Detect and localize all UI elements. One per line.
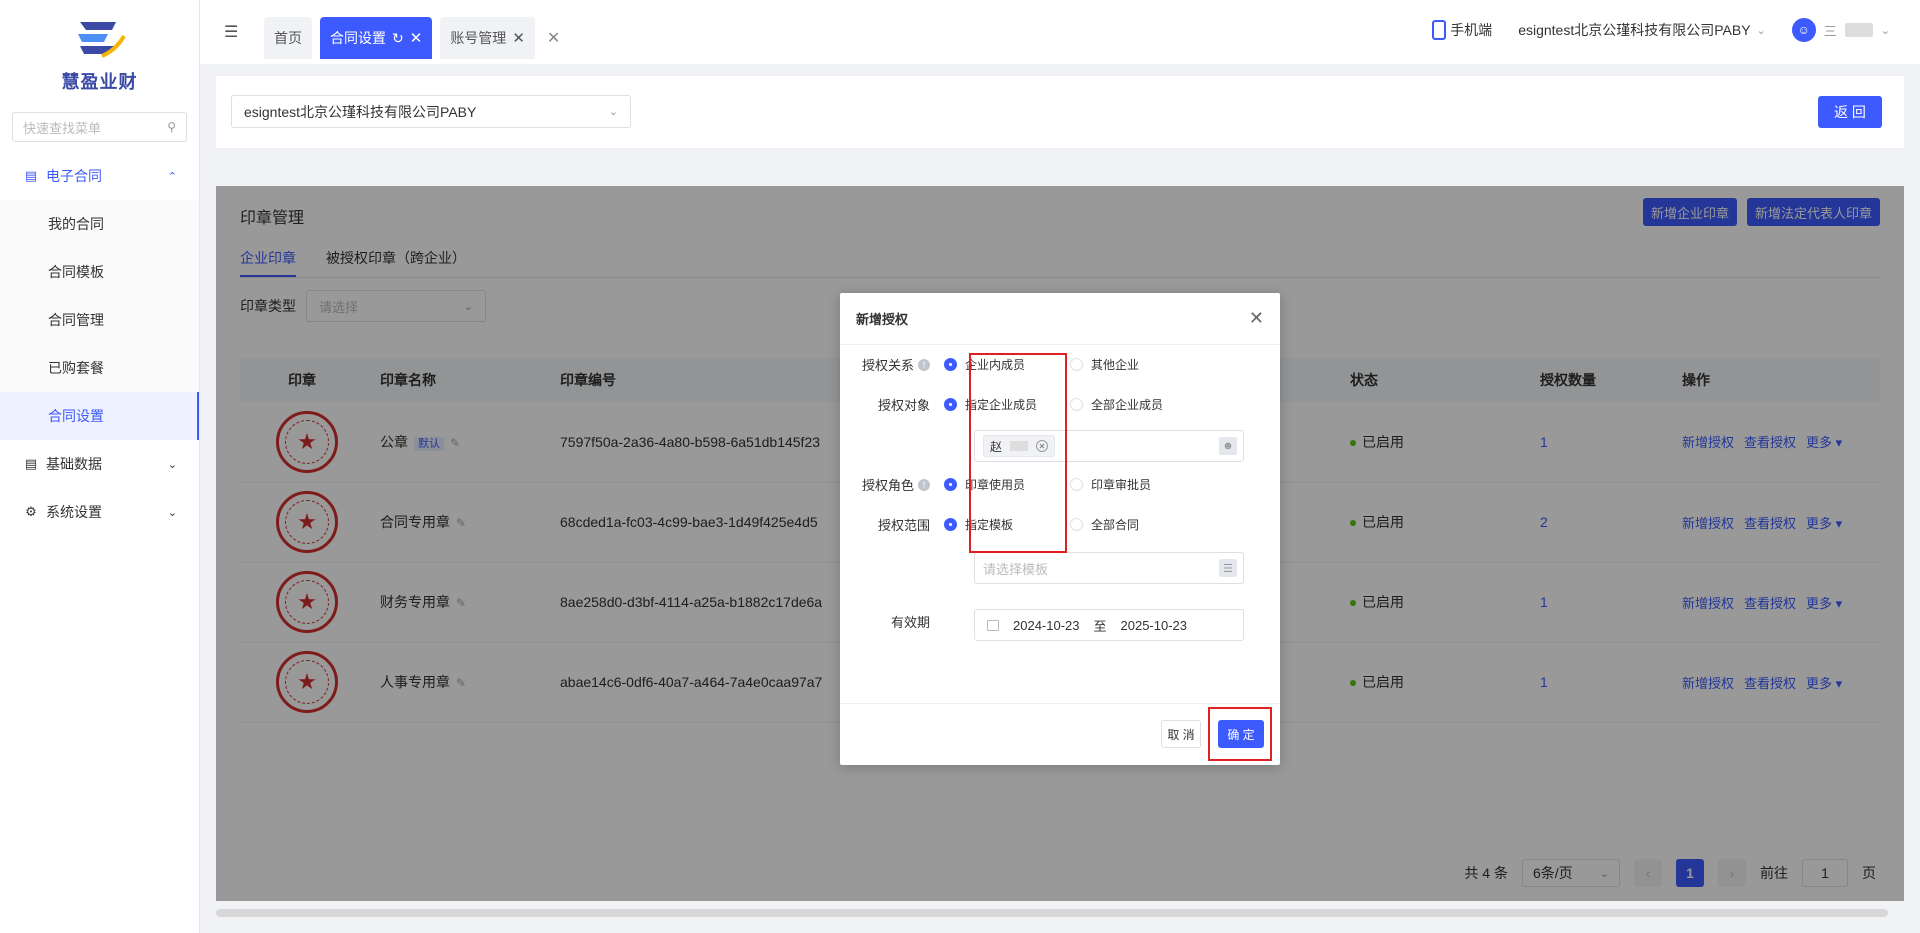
role-label: 授权角色 xyxy=(861,478,914,493)
date-end: 2025-10-23 xyxy=(1120,617,1188,633)
info-icon[interactable]: ! xyxy=(918,358,930,371)
menu-group-label: 电子合同 xyxy=(46,168,102,184)
radio-unchecked-icon xyxy=(1070,478,1083,491)
tab-account-manage[interactable]: 账号管理 ✕ xyxy=(440,17,535,59)
mobile-icon xyxy=(1432,20,1447,40)
company-dropdown[interactable]: esigntest北京公瑾科技有限公司PABY ⌄ xyxy=(231,95,631,128)
chevron-down-icon: ⌄ xyxy=(1756,24,1766,37)
radio-seal-approver[interactable]: 印章审批员 xyxy=(1070,476,1196,493)
radio-unchecked-icon xyxy=(1070,518,1083,531)
radio-other-company[interactable]: 其他企业 xyxy=(1070,356,1196,373)
highlight-box-confirm xyxy=(1208,707,1272,761)
list-icon: ▤ xyxy=(24,456,38,471)
back-button[interactable]: 返 回 xyxy=(1818,96,1882,128)
template-select[interactable]: 请选择模板 ☰ xyxy=(974,552,1244,584)
submenu-contract: 我的合同 合同模板 合同管理 已购套餐 合同设置 xyxy=(0,200,199,440)
date-start: 2024-10-23 xyxy=(1013,617,1080,633)
menu-item-contract-template[interactable]: 合同模板 xyxy=(0,248,199,296)
tab-label: 账号管理 xyxy=(450,30,507,46)
mobile-label: 手机端 xyxy=(1450,22,1493,38)
radio-label: 印章审批员 xyxy=(1091,478,1152,492)
dialog-header: 新增授权 ✕ xyxy=(840,293,1280,345)
chevron-down-icon: ⌄ xyxy=(167,506,177,519)
dialog-title: 新增授权 xyxy=(856,312,909,327)
scope-label: 授权范围 xyxy=(877,518,930,533)
menu-item-my-contract[interactable]: 我的合同 xyxy=(0,200,199,248)
contact-picker-icon[interactable]: ☻ xyxy=(1219,437,1237,455)
collapse-menu-icon[interactable]: ☰ xyxy=(224,22,238,42)
tab-label: 合同设置 xyxy=(330,30,386,46)
menu-item-purchased-package[interactable]: 已购套餐 xyxy=(0,344,199,392)
menu-group-system-settings[interactable]: ⚙ 系统设置 ⌄ xyxy=(0,488,199,536)
radio-checked-icon xyxy=(944,478,957,491)
sidebar: 慧盈业财 快速查找菜单 ⚲ ▤ 电子合同 ⌃ 我的合同 合同模板 合同管理 已购… xyxy=(0,0,200,933)
company-filter-panel: esigntest北京公瑾科技有限公司PABY ⌄ 返 回 xyxy=(216,76,1904,148)
valid-period-label: 有效期 xyxy=(890,615,930,630)
close-icon[interactable]: ✕ xyxy=(410,29,423,47)
menu-item-contract-settings[interactable]: 合同设置 xyxy=(0,392,199,440)
chevron-down-icon: ⌄ xyxy=(167,458,177,471)
user-menu[interactable]: ☺ 三 ⌄ xyxy=(1791,18,1890,42)
radio-checked-icon xyxy=(944,358,957,371)
topbar: ☰ 首页 合同设置 ↻ ✕ 账号管理 ✕ ✕ 手机端 esigntest北京公瑾… xyxy=(200,0,1920,64)
radio-unchecked-icon xyxy=(1070,358,1083,371)
date-separator: 至 xyxy=(1093,618,1107,634)
cancel-button[interactable]: 取 消 xyxy=(1161,720,1201,748)
menu-search-placeholder: 快速查找菜单 xyxy=(23,120,102,136)
horizontal-scrollbar[interactable] xyxy=(216,909,1888,917)
company-name: esigntest北京公瑾科技有限公司PABY xyxy=(1518,22,1751,38)
valid-period-row: 有效期 xyxy=(840,612,944,631)
user-name-blurred xyxy=(1844,23,1873,37)
logo-icon xyxy=(77,22,126,58)
radio-label: 全部合同 xyxy=(1091,518,1140,532)
calendar-icon xyxy=(987,619,999,631)
gear-icon: ⚙ xyxy=(25,504,37,519)
target-label: 授权对象 xyxy=(877,398,930,413)
search-icon: ⚲ xyxy=(167,120,176,134)
company-switcher[interactable]: esigntest北京公瑾科技有限公司PABY ⌄ xyxy=(1518,20,1766,40)
radio-label: 全部企业成员 xyxy=(1091,398,1164,412)
radio-checked-icon xyxy=(944,398,957,411)
page-tabs: 首页 合同设置 ↻ ✕ 账号管理 ✕ ✕ xyxy=(264,17,560,59)
menu-group-label: 基础数据 xyxy=(46,456,102,472)
menu-group-base-data[interactable]: ▤ 基础数据 ⌄ xyxy=(0,440,199,488)
company-dropdown-value: esigntest北京公瑾科技有限公司PABY xyxy=(244,103,477,120)
radio-checked-icon xyxy=(944,518,957,531)
avatar: ☺ xyxy=(1791,18,1816,42)
document-icon: ▤ xyxy=(24,168,38,183)
refresh-icon[interactable]: ↻ xyxy=(392,30,404,47)
radio-all-members[interactable]: 全部企业成员 xyxy=(1070,396,1196,413)
close-icon[interactable]: ✕ xyxy=(1249,308,1264,329)
menu-search-input[interactable]: 快速查找菜单 ⚲ xyxy=(12,112,187,142)
close-icon[interactable]: ✕ xyxy=(512,29,525,47)
radio-unchecked-icon xyxy=(1070,398,1083,411)
top-right-area: 手机端 esigntest北京公瑾科技有限公司PABY ⌄ ☺ 三 ⌄ xyxy=(1432,18,1890,42)
tab-home[interactable]: 首页 xyxy=(264,17,312,59)
chevron-up-icon: ⌃ xyxy=(167,170,177,183)
tab-contract-settings[interactable]: 合同设置 ↻ ✕ xyxy=(320,17,433,59)
relation-label: 授权关系 xyxy=(861,358,914,373)
list-icon[interactable]: ☰ xyxy=(1219,559,1237,577)
radio-label: 其他企业 xyxy=(1091,358,1140,372)
brand-logo: 慧盈业财 xyxy=(0,0,199,100)
user-initial: 三 xyxy=(1823,23,1837,39)
date-range-picker[interactable]: 2024-10-23 至 2025-10-23 xyxy=(974,609,1244,641)
highlight-box-options xyxy=(969,353,1067,553)
close-all-tabs-icon[interactable]: ✕ xyxy=(547,28,560,48)
chevron-down-icon: ⌄ xyxy=(1880,24,1890,37)
brand-name: 慧盈业财 xyxy=(61,72,138,92)
menu-group-label: 系统设置 xyxy=(46,504,102,520)
radio-all-contracts[interactable]: 全部合同 xyxy=(1070,516,1196,533)
info-icon[interactable]: ! xyxy=(918,478,930,491)
mobile-link[interactable]: 手机端 xyxy=(1432,20,1492,40)
menu-group-contract[interactable]: ▤ 电子合同 ⌃ xyxy=(0,152,199,200)
chevron-down-icon: ⌄ xyxy=(608,106,618,118)
template-placeholder: 请选择模板 xyxy=(983,561,1049,577)
menu-item-contract-manage[interactable]: 合同管理 xyxy=(0,296,199,344)
tab-label: 首页 xyxy=(274,30,302,46)
